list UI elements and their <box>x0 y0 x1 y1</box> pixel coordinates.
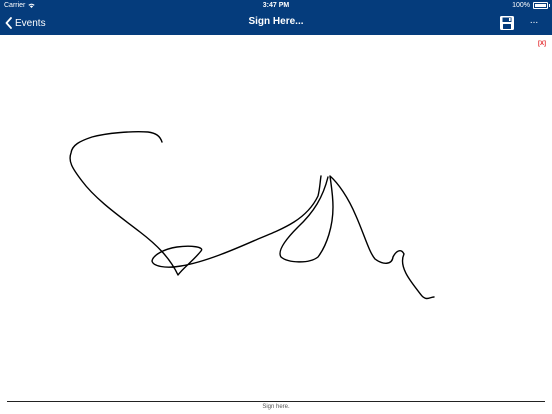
signature-canvas[interactable]: [X] Sign here. <box>0 35 552 414</box>
battery-percent: 100% <box>512 2 530 9</box>
more-options-button[interactable]: ... <box>526 14 542 30</box>
page-title: Sign Here... <box>248 16 304 27</box>
signature-baseline <box>7 401 545 402</box>
navigation-bar: Events Sign Here... ... <box>0 12 552 34</box>
status-right: 100% <box>512 0 550 11</box>
status-bar: Carrier 3:47 PM 100% <box>0 0 552 11</box>
signature-line-label: Sign here. <box>262 404 290 410</box>
battery-icon <box>533 2 550 9</box>
floppy-disk-icon <box>500 16 514 30</box>
signature-stroke <box>69 131 435 300</box>
header-bar: Carrier 3:47 PM 100% Events Sign Here... <box>0 0 552 35</box>
status-time: 3:47 PM <box>262 2 290 9</box>
save-button[interactable] <box>499 15 515 31</box>
